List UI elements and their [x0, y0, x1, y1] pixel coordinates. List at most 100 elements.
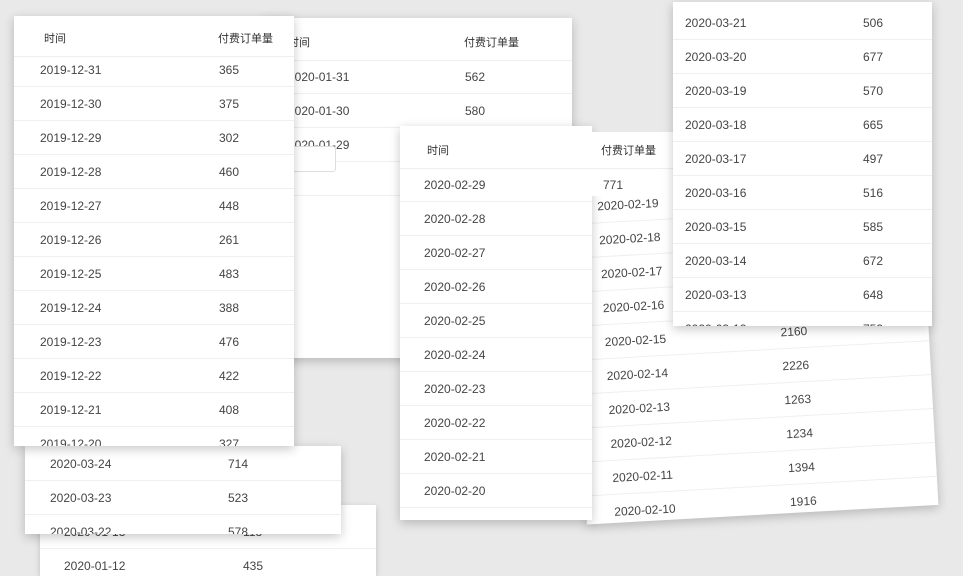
- header-paid-orders: 付费订单量: [218, 33, 273, 45]
- table-row[interactable]: 2020-03-23 523: [25, 481, 341, 515]
- cell-date: 2020-03-15: [685, 219, 747, 234]
- cell-value: 570: [863, 83, 884, 98]
- cell-date: 2020-02-18: [598, 229, 661, 247]
- cell-date: 2020-03-14: [685, 253, 747, 268]
- table-row[interactable]: 2020-02-21: [400, 440, 592, 474]
- cell-value: 365: [219, 62, 240, 77]
- cell-date: 2019-12-29: [40, 130, 102, 145]
- table-card-march: 2020-03-21 506 2020-03-20 677 2020-03-19 57…: [673, 2, 932, 326]
- table-row[interactable]: 2020-02-26: [400, 270, 592, 304]
- cell-value: 261: [219, 232, 240, 247]
- cell-date: 2019-12-28: [40, 164, 102, 179]
- cell-value: 408: [219, 402, 240, 417]
- header-time: 时间: [427, 145, 449, 157]
- cell-date: 2020-02-11: [612, 467, 674, 485]
- cell-value: 1394: [787, 459, 816, 475]
- table-row[interactable]: 2020-03-14 672: [673, 244, 932, 278]
- cell-date: 2019-12-27: [40, 198, 102, 213]
- table-row[interactable]: 2020-02-22: [400, 406, 592, 440]
- cell-date: 2020-02-28: [424, 211, 486, 226]
- table-card-february: 时间 2020-02-29 2020-02-28 2020-02-27 2020…: [400, 126, 592, 520]
- cell-date: 2020-02-14: [606, 365, 669, 383]
- cell-date: 2020-02-16: [602, 297, 665, 315]
- cell-value: 506: [863, 15, 884, 30]
- table-row[interactable]: 2019-12-23 476: [14, 325, 294, 359]
- cell-date: 2020-03-22: [50, 524, 112, 535]
- cell-date: 2020-02-26: [424, 279, 486, 294]
- cell-date: 2020-03-24: [50, 456, 112, 471]
- cell-value: 516: [863, 185, 884, 200]
- table-row[interactable]: 2020-03-19 570: [673, 74, 932, 108]
- cell-value: 302: [219, 130, 240, 145]
- table-row[interactable]: 2020-03-17 497: [673, 142, 932, 176]
- cell-date: 2020-02-23: [424, 381, 486, 396]
- cell-value: 648: [863, 287, 884, 302]
- cell-value: 327: [219, 436, 240, 447]
- table-row[interactable]: 2020-03-15 585: [673, 210, 932, 244]
- cell-value: 460: [219, 164, 240, 179]
- table-row[interactable]: 2020-02-28: [400, 202, 592, 236]
- cell-value: 497: [863, 151, 884, 166]
- table-row[interactable]: 2020-03-12 753: [673, 312, 932, 327]
- header-paid-orders: 付费订单量: [601, 145, 656, 157]
- cell-date: 2020-03-17: [685, 151, 747, 166]
- cell-value: 483: [219, 266, 240, 281]
- cell-date: 2020-02-17: [600, 263, 663, 281]
- cell-value: 375: [219, 96, 240, 111]
- table-row[interactable]: 2019-12-31 365: [14, 53, 294, 87]
- pagination-input[interactable]: [292, 146, 336, 172]
- cell-date: 2020-02-20: [424, 483, 486, 498]
- table-header: 时间 付费订单量: [262, 24, 572, 61]
- cell-date: 2020-02-13: [608, 399, 671, 417]
- table-row[interactable]: 2019-12-25 483: [14, 257, 294, 291]
- cell-value: 448: [219, 198, 240, 213]
- table-row[interactable]: 2019-12-28 460: [14, 155, 294, 189]
- table-row[interactable]: 2020-02-27: [400, 236, 592, 270]
- table-row[interactable]: 2020-02-20: [400, 474, 592, 508]
- cell-date: 2020-02-19: [596, 195, 659, 213]
- cell-date: 2020-03-23: [50, 490, 112, 505]
- table-row[interactable]: 2020-01-12 435: [40, 549, 376, 576]
- cell-value: 677: [863, 49, 884, 64]
- table-row[interactable]: 2019-12-30 375: [14, 87, 294, 121]
- cell-date: 2020-03-18: [685, 117, 747, 132]
- cell-date: 2020-03-16: [685, 185, 747, 200]
- table-row[interactable]: 2019-12-21 408: [14, 393, 294, 427]
- table-row[interactable]: 2020-03-24 714: [25, 447, 341, 481]
- table-row[interactable]: 2020-03-22 578: [25, 515, 341, 535]
- cell-value: 672: [863, 253, 884, 268]
- table-row[interactable]: 2020-03-21 506: [673, 6, 932, 40]
- header-time: 时间: [44, 33, 66, 45]
- table-row[interactable]: 2019-12-22 422: [14, 359, 294, 393]
- table-row[interactable]: 2020-03-16 516: [673, 176, 932, 210]
- cell-date: 2019-12-30: [40, 96, 102, 111]
- table-row[interactable]: 2020-03-13 648: [673, 278, 932, 312]
- cell-value: 665: [863, 117, 884, 132]
- cell-date: 2020-02-10: [613, 501, 676, 519]
- table-row[interactable]: 2019-12-26 261: [14, 223, 294, 257]
- cell-date: 2019-12-31: [40, 62, 102, 77]
- table-row[interactable]: 2020-03-18 665: [673, 108, 932, 142]
- table-row[interactable]: 2020-02-23: [400, 372, 592, 406]
- cell-date: 2019-12-20: [40, 436, 102, 447]
- table-card-march-lower: 2020-03-24 714 2020-03-23 523 2020-03-22 57…: [25, 446, 341, 534]
- table-row[interactable]: 771: [580, 168, 680, 196]
- table-row[interactable]: 2019-12-27 448: [14, 189, 294, 223]
- cell-value: 580: [465, 103, 486, 118]
- cell-date: 2020-03-21: [685, 15, 747, 30]
- table-header: 时间: [400, 132, 592, 169]
- cell-date: 2020-02-21: [424, 449, 486, 464]
- table-row[interactable]: 2020-02-25: [400, 304, 592, 338]
- table-row[interactable]: 2020-01-30 580: [262, 94, 572, 128]
- table-row[interactable]: 2020-01-31 562: [262, 60, 572, 94]
- cell-date: 2020-02-24: [424, 347, 486, 362]
- cell-value: 578: [228, 524, 249, 535]
- table-row[interactable]: 2020-02-24: [400, 338, 592, 372]
- table-row[interactable]: 2020-02-29: [400, 168, 592, 202]
- table-row[interactable]: 2019-12-29 302: [14, 121, 294, 155]
- table-row[interactable]: 2019-12-20 327: [14, 427, 294, 447]
- cell-date: 2019-12-25: [40, 266, 102, 281]
- cell-value: 2226: [782, 357, 810, 373]
- table-row[interactable]: 2019-12-24 388: [14, 291, 294, 325]
- table-row[interactable]: 2020-03-20 677: [673, 40, 932, 74]
